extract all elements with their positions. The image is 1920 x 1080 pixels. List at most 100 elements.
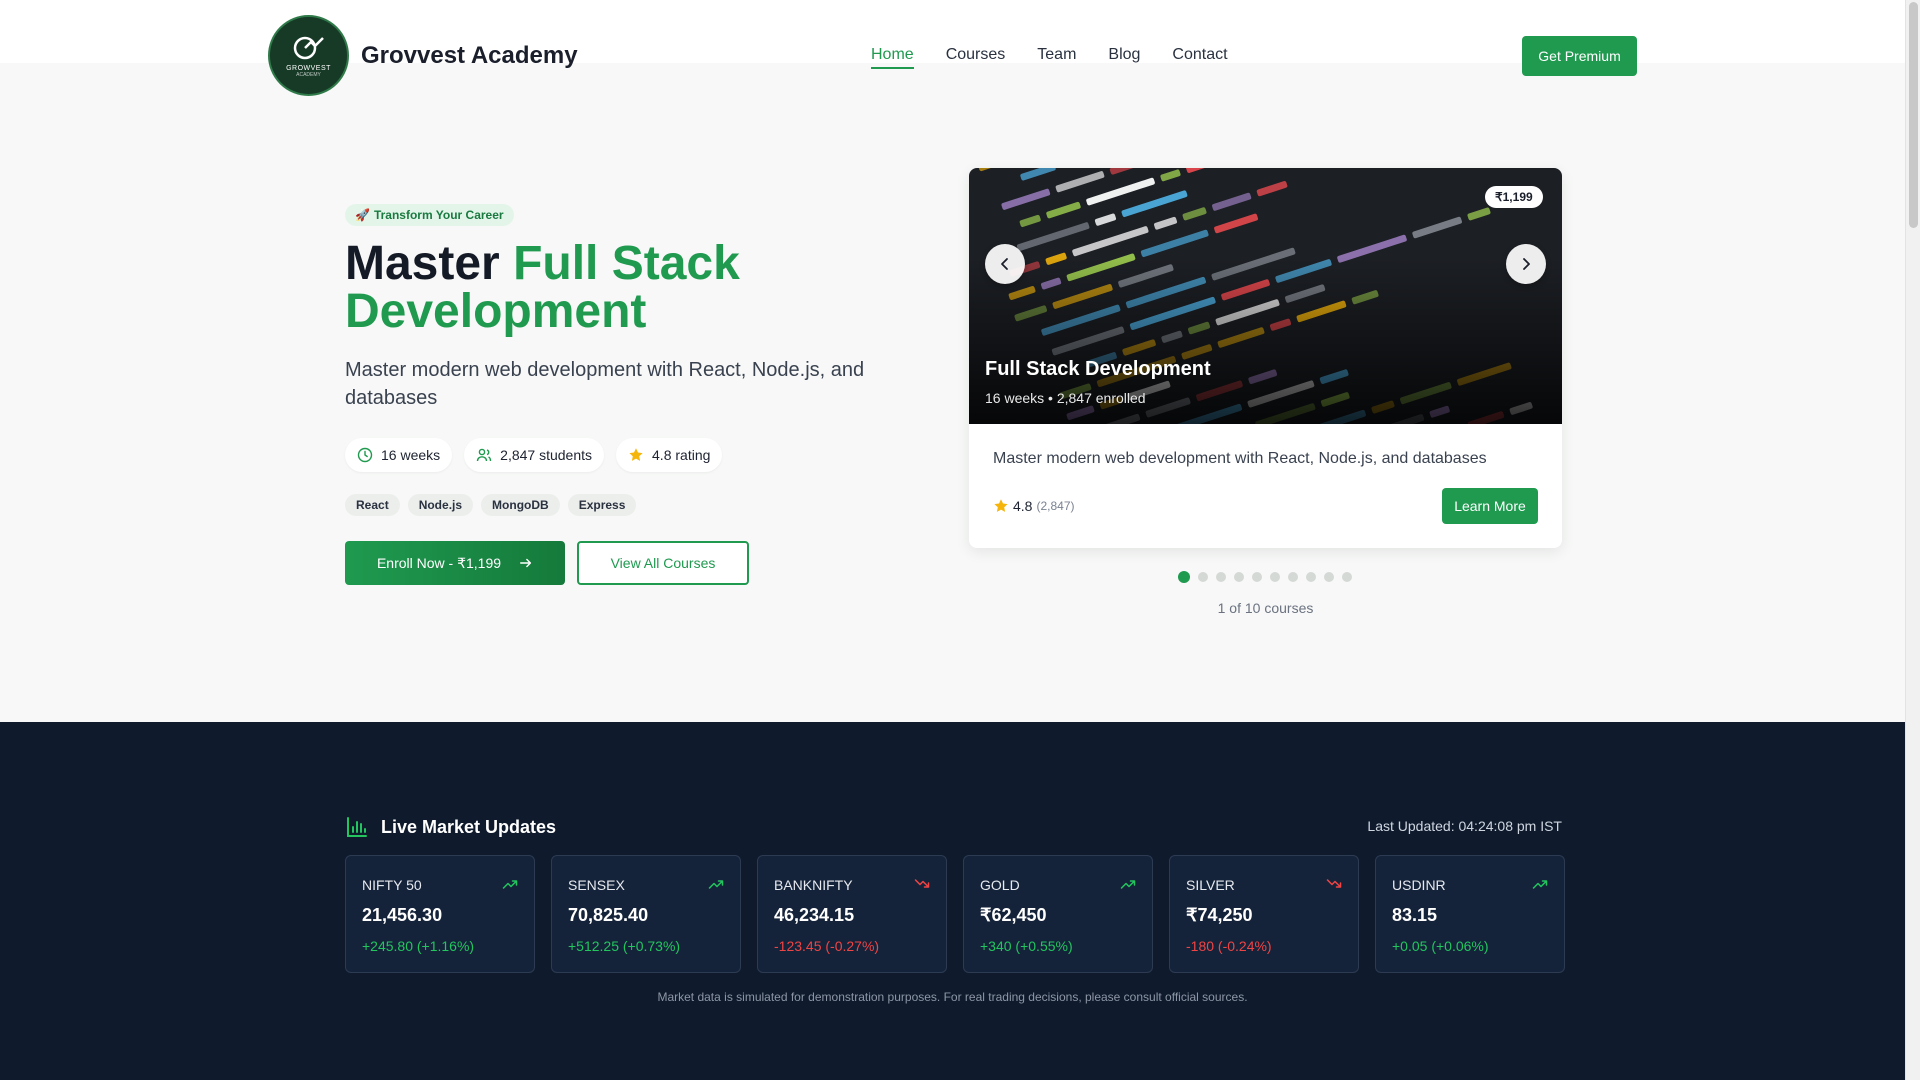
tag-react: React xyxy=(345,494,400,516)
carousel-dots xyxy=(1178,571,1352,583)
stat-rating: 4.8 rating xyxy=(616,438,723,472)
course-meta: 16 weeks • 2,847 enrolled xyxy=(985,390,1146,406)
ticker-change: +340 (+0.55%) xyxy=(980,938,1073,954)
brand-logo[interactable]: GROWVEST ACADEMY xyxy=(268,15,349,96)
course-description: Master modern web development with React… xyxy=(993,450,1487,467)
hero-title: Master Full Stack Development xyxy=(345,240,865,336)
market-disclaimer: Market data is simulated for demonstrati… xyxy=(657,990,1248,1004)
arrow-right-icon xyxy=(520,558,532,568)
clock-icon xyxy=(357,447,373,463)
ticker-name: GOLD xyxy=(980,877,1020,893)
hero-badge-label: Transform Your Career xyxy=(373,208,504,222)
market-title-label: Live Market Updates xyxy=(381,816,557,837)
page-scrollbar[interactable] xyxy=(1905,0,1920,1080)
nav-contact[interactable]: Contact xyxy=(1172,46,1227,69)
ticker-name: SILVER xyxy=(1186,877,1235,893)
tag-express: Express xyxy=(567,494,637,516)
logo-subtext: ACADEMY xyxy=(296,72,321,78)
tech-tags: React Node.js MongoDB Express xyxy=(345,494,637,516)
trending-down-icon xyxy=(914,879,930,888)
carousel-dot[interactable] xyxy=(1178,571,1190,583)
tag-mongodb: MongoDB xyxy=(481,494,560,516)
carousel-next-button[interactable] xyxy=(1506,244,1546,284)
ticker-name: BANKNIFTY xyxy=(774,877,853,893)
enroll-now-label: Enroll Now - ₹1,199 xyxy=(376,554,502,571)
chevron-right-icon xyxy=(1523,258,1530,270)
bar-chart-icon xyxy=(347,817,367,837)
star-icon xyxy=(629,448,643,461)
market-section: Live Market Updates Last Updated: 04:24:… xyxy=(0,722,1905,1080)
ticker-name: USDINR xyxy=(1392,877,1446,893)
market-title: Live Market Updates xyxy=(345,815,556,839)
hero-badge: 🚀 Transform Your Career xyxy=(345,204,514,226)
nav-blog[interactable]: Blog xyxy=(1108,46,1140,69)
scrollbar-thumb[interactable] xyxy=(1909,2,1918,228)
nav-team[interactable]: Team xyxy=(1037,46,1076,69)
ticker-card[interactable]: GOLD ₹62,450 +340 (+0.55%) xyxy=(963,855,1153,973)
carousel-dot[interactable] xyxy=(1252,572,1262,582)
users-icon xyxy=(476,448,492,462)
carousel-dot[interactable] xyxy=(1234,572,1244,582)
brand-name[interactable]: Grovvest Academy xyxy=(361,42,578,70)
ticker-price: ₹62,450 xyxy=(980,905,1047,925)
rating-value: 4.8 xyxy=(1013,498,1033,514)
market-last-updated: Last Updated: 04:24:08 pm IST xyxy=(1367,818,1562,834)
stat-rating-label: 4.8 rating xyxy=(652,447,711,463)
view-all-courses-button[interactable]: View All Courses xyxy=(577,541,749,585)
carousel-dot[interactable] xyxy=(1270,572,1280,582)
price-badge: ₹1,199 xyxy=(1485,186,1543,208)
get-premium-button[interactable]: Get Premium xyxy=(1522,36,1637,76)
stat-duration: 16 weeks xyxy=(345,438,453,472)
ticker-change: +245.80 (+1.16%) xyxy=(362,938,475,954)
enroll-now-button[interactable]: Enroll Now - ₹1,199 xyxy=(345,541,565,585)
hero-title-prefix: Master xyxy=(345,237,500,290)
carousel-prev-button[interactable] xyxy=(985,244,1025,284)
course-title: Full Stack Development xyxy=(985,358,1211,380)
ticker-card[interactable]: SILVER ₹74,250 -180 (-0.24%) xyxy=(1169,855,1359,973)
ticker-price: 21,456.30 xyxy=(362,905,443,925)
trending-down-icon xyxy=(1326,879,1342,888)
trending-up-icon xyxy=(1532,880,1548,889)
trending-up-icon xyxy=(1120,880,1136,889)
ticker-change: -123.45 (-0.27%) xyxy=(774,938,880,954)
ticker-card[interactable]: SENSEX 70,825.40 +512.25 (+0.73%) xyxy=(551,855,741,973)
ticker-card[interactable]: BANKNIFTY 46,234.15 -123.45 (-0.27%) xyxy=(757,855,947,973)
course-card: ₹1,199 Full Stack Development 16 weeks •… xyxy=(969,168,1562,548)
rating-count: (2,847) xyxy=(1036,499,1075,513)
trending-up-icon xyxy=(502,880,518,889)
rocket-icon: 🚀 xyxy=(355,208,370,222)
ticker-price: ₹74,250 xyxy=(1186,905,1253,925)
logo-mark-icon xyxy=(293,36,324,60)
chevron-left-icon xyxy=(1001,258,1008,270)
ticker-change: +512.25 (+0.73%) xyxy=(568,938,681,954)
ticker-price: 70,825.40 xyxy=(568,905,649,925)
ticker-change: -180 (-0.24%) xyxy=(1186,938,1272,954)
trending-up-icon xyxy=(708,880,724,889)
tag-nodejs: Node.js xyxy=(407,494,474,516)
ticker-price: 83.15 xyxy=(1392,905,1438,925)
carousel-dot[interactable] xyxy=(1324,572,1334,582)
carousel-dot[interactable] xyxy=(1306,572,1316,582)
stat-duration-label: 16 weeks xyxy=(381,447,441,463)
learn-more-button[interactable]: Learn More xyxy=(1442,488,1538,524)
ticker-card[interactable]: USDINR 83.15 +0.05 (+0.06%) xyxy=(1375,855,1565,973)
site-header: GROWVEST ACADEMY Grovvest Academy Home C… xyxy=(0,0,1905,96)
carousel-dot[interactable] xyxy=(1288,572,1298,582)
nav-home[interactable]: Home xyxy=(871,46,914,69)
ticker-name: SENSEX xyxy=(568,877,625,893)
ticker-change: +0.05 (+0.06%) xyxy=(1392,938,1489,954)
carousel-dot[interactable] xyxy=(1216,572,1226,582)
logo-text: GROWVEST xyxy=(286,65,331,72)
nav-courses[interactable]: Courses xyxy=(946,46,1006,69)
main-nav: Home Courses Team Blog Contact xyxy=(871,46,1228,69)
course-rating: 4.8 (2,847) xyxy=(993,498,1075,514)
stat-students-label: 2,847 students xyxy=(500,447,593,463)
ticker-price: 46,234.15 xyxy=(774,905,855,925)
hero-subtitle: Master modern web development with React… xyxy=(345,359,865,409)
carousel-dot[interactable] xyxy=(1198,572,1208,582)
ticker-card[interactable]: NIFTY 50 21,456.30 +245.80 (+1.16%) xyxy=(345,855,535,973)
carousel-dot[interactable] xyxy=(1342,572,1352,582)
stat-students: 2,847 students xyxy=(464,438,605,472)
star-icon xyxy=(994,499,1008,512)
ticker-list: NIFTY 50 21,456.30 +245.80 (+1.16%) SENS… xyxy=(345,855,1565,973)
